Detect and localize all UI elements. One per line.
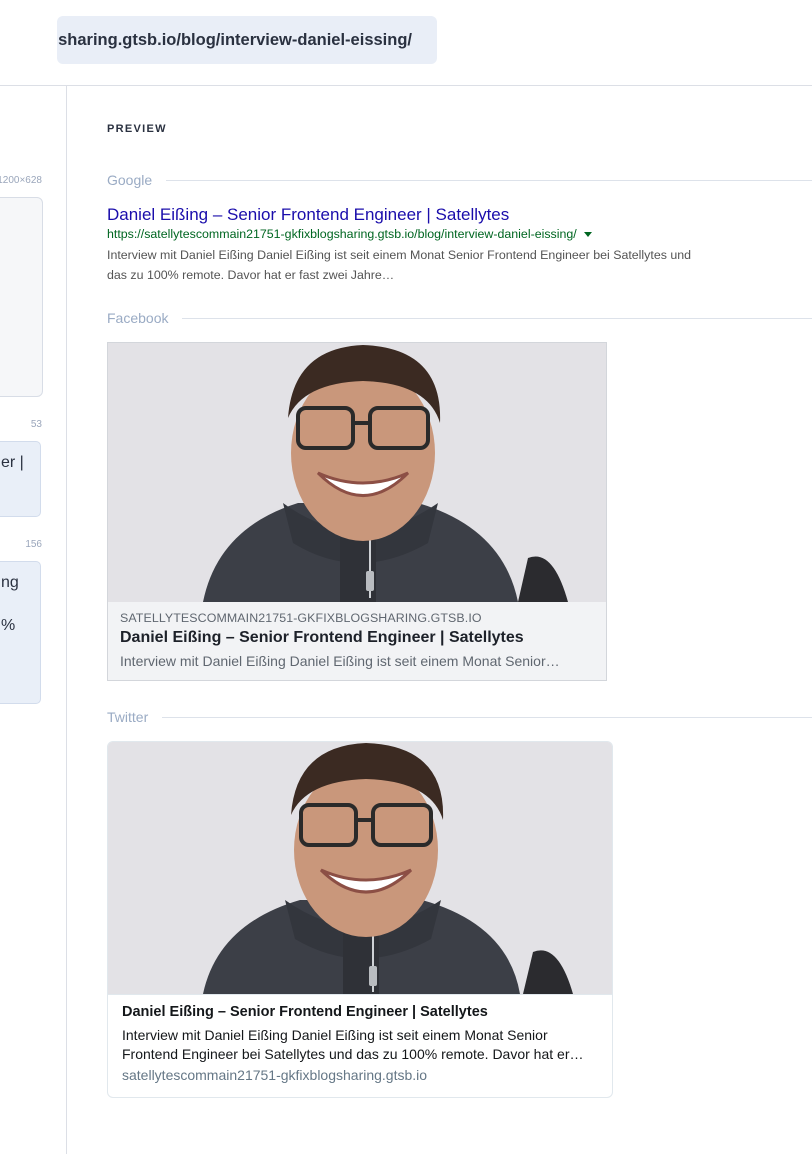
url-text: https://satellytescommain21751-gkfixblog… — [57, 30, 412, 49]
google-section-label: Google — [107, 172, 153, 188]
title-input-text: er | — [1, 454, 24, 471]
twitter-section-label: Twitter — [107, 709, 149, 725]
description-input-line-1: ng — [1, 574, 19, 591]
image-dropzone[interactable] — [0, 197, 43, 397]
section-divider — [166, 179, 812, 181]
google-result-title[interactable]: Daniel Eißing – Senior Frontend Engineer… — [107, 205, 509, 225]
portrait-photo — [108, 742, 612, 994]
twitter-card-title: Daniel Eißing – Senior Frontend Engineer… — [122, 1004, 488, 1020]
description-input[interactable]: ng % — [0, 561, 41, 704]
description-input-line-2: % — [1, 617, 16, 634]
title-char-count: 53 — [30, 419, 42, 430]
facebook-card-meta: SATELLYTESCOMMAIN21751-GKFIXBLOGSHARING.… — [120, 611, 594, 669]
section-divider — [162, 716, 812, 718]
caret-down-icon — [583, 231, 592, 237]
twitter-card-meta: Daniel Eißing – Senior Frontend Engineer… — [122, 1004, 598, 1083]
url-field[interactable]: https://satellytescommain21751-gkfixblog… — [57, 16, 437, 64]
twitter-section-header: Twitter — [107, 708, 812, 726]
facebook-section-label: Facebook — [107, 310, 169, 326]
portrait-photo — [108, 343, 606, 602]
twitter-card-domain: satellytescommain21751-gkfixblogsharing.… — [122, 1067, 428, 1083]
form-panel: 1200×628 53 er | 156 ng % — [0, 86, 67, 1154]
description-char-count: 156 — [25, 539, 42, 550]
facebook-card-title: Daniel Eißing – Senior Frontend Engineer… — [120, 629, 524, 646]
preview-heading: PREVIEW — [107, 123, 167, 135]
twitter-card-description: Interview mit Daniel Eißing Daniel Eißin… — [122, 1027, 584, 1062]
google-section-header: Google — [107, 171, 812, 189]
google-result-url-text: https://satellytescommain21751-gkfixblog… — [107, 227, 577, 241]
facebook-section-header: Facebook — [107, 309, 812, 327]
twitter-card[interactable]: Daniel Eißing – Senior Frontend Engineer… — [107, 741, 613, 1098]
google-result-url: https://satellytescommain21751-gkfixblog… — [107, 227, 592, 241]
facebook-card-domain: SATELLYTESCOMMAIN21751-GKFIXBLOGSHARING.… — [120, 611, 482, 625]
facebook-card[interactable]: SATELLYTESCOMMAIN21751-GKFIXBLOGSHARING.… — [107, 342, 607, 681]
image-size-hint: 1200×628 — [0, 175, 42, 186]
section-divider — [182, 317, 812, 319]
title-input[interactable]: er | — [0, 441, 41, 517]
facebook-card-description: Interview mit Daniel Eißing Daniel Eißin… — [120, 653, 560, 669]
google-result-description: Interview mit Daniel Eißing Daniel Eißin… — [107, 248, 692, 282]
top-bar: https://satellytescommain21751-gkfixblog… — [0, 0, 812, 86]
twitter-card-image — [108, 742, 612, 995]
facebook-card-image — [108, 343, 606, 602]
